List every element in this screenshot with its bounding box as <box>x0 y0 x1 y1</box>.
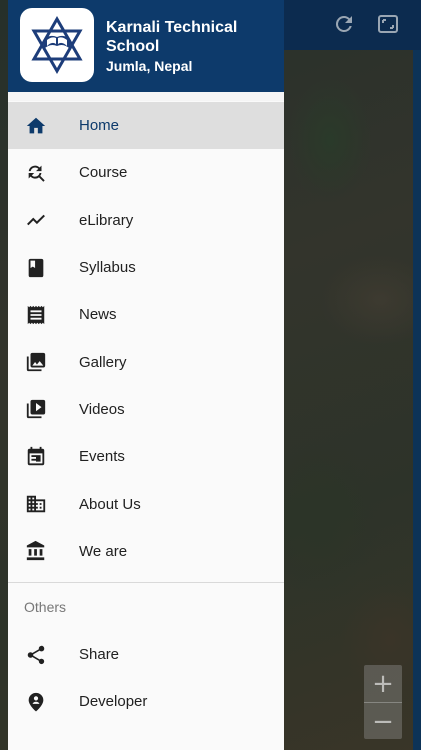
navigation-drawer: Karnali Technical School Jumla, Nepal Ho… <box>8 0 284 750</box>
menu-label: Syllabus <box>79 259 136 277</box>
others-section-title: Others <box>24 599 67 615</box>
menu-label: Videos <box>79 400 125 418</box>
refresh-icon[interactable] <box>332 12 356 36</box>
menu-item-course[interactable]: Course <box>8 149 284 196</box>
others-menu: Share Developer <box>8 631 284 726</box>
menu-item-home[interactable]: Home <box>8 102 284 150</box>
header-spacer <box>8 92 284 101</box>
menu-item-gallery[interactable]: Gallery <box>8 338 284 385</box>
menu-item-events[interactable]: Events <box>8 433 284 480</box>
map-toolbar <box>284 0 421 50</box>
menu-label: About Us <box>79 495 141 513</box>
location-person-icon <box>24 690 48 714</box>
home-icon <box>24 114 48 138</box>
menu-label: Share <box>79 646 120 664</box>
menu-item-share[interactable]: Share <box>8 631 284 678</box>
main-menu: Home Course eLibrary Syllabus News Galle… <box>8 102 284 575</box>
menu-item-we-are[interactable]: We are <box>8 528 284 575</box>
news-icon <box>24 303 48 327</box>
menu-label: Events <box>79 448 125 466</box>
menu-item-news[interactable]: News <box>8 291 284 338</box>
drawer-header: Karnali Technical School Jumla, Nepal <box>8 0 284 92</box>
menu-item-developer[interactable]: Developer <box>8 678 284 725</box>
school-logo <box>20 8 94 82</box>
school-location: Jumla, Nepal <box>106 58 193 74</box>
zoom-in-button[interactable]: + <box>364 665 402 702</box>
menu-label: Gallery <box>79 353 127 371</box>
menu-divider <box>8 582 284 583</box>
gallery-icon <box>24 350 48 374</box>
menu-label: News <box>79 306 117 324</box>
menu-item-syllabus[interactable]: Syllabus <box>8 244 284 291</box>
institution-icon <box>24 539 48 563</box>
menu-item-videos[interactable]: Videos <box>8 386 284 433</box>
menu-label: We are <box>79 542 128 560</box>
map-edge-strip <box>413 50 421 750</box>
menu-item-about-us[interactable]: About Us <box>8 480 284 527</box>
menu-label: eLibrary <box>79 211 134 229</box>
building-icon <box>24 492 48 516</box>
course-search-icon <box>24 161 48 185</box>
menu-label: Developer <box>79 693 148 711</box>
menu-label: Home <box>79 117 120 135</box>
map-zoom-control: + − <box>364 665 402 739</box>
calendar-icon <box>24 445 48 469</box>
book-icon <box>24 256 48 280</box>
share-icon <box>24 643 48 667</box>
zoom-out-button[interactable]: − <box>364 703 402 740</box>
menu-label: Course <box>79 164 128 182</box>
menu-item-elibrary[interactable]: eLibrary <box>8 197 284 244</box>
video-library-icon <box>24 397 48 421</box>
trending-icon <box>24 208 48 232</box>
school-name: Karnali Technical School <box>106 19 238 55</box>
fullscreen-icon[interactable] <box>376 12 400 36</box>
